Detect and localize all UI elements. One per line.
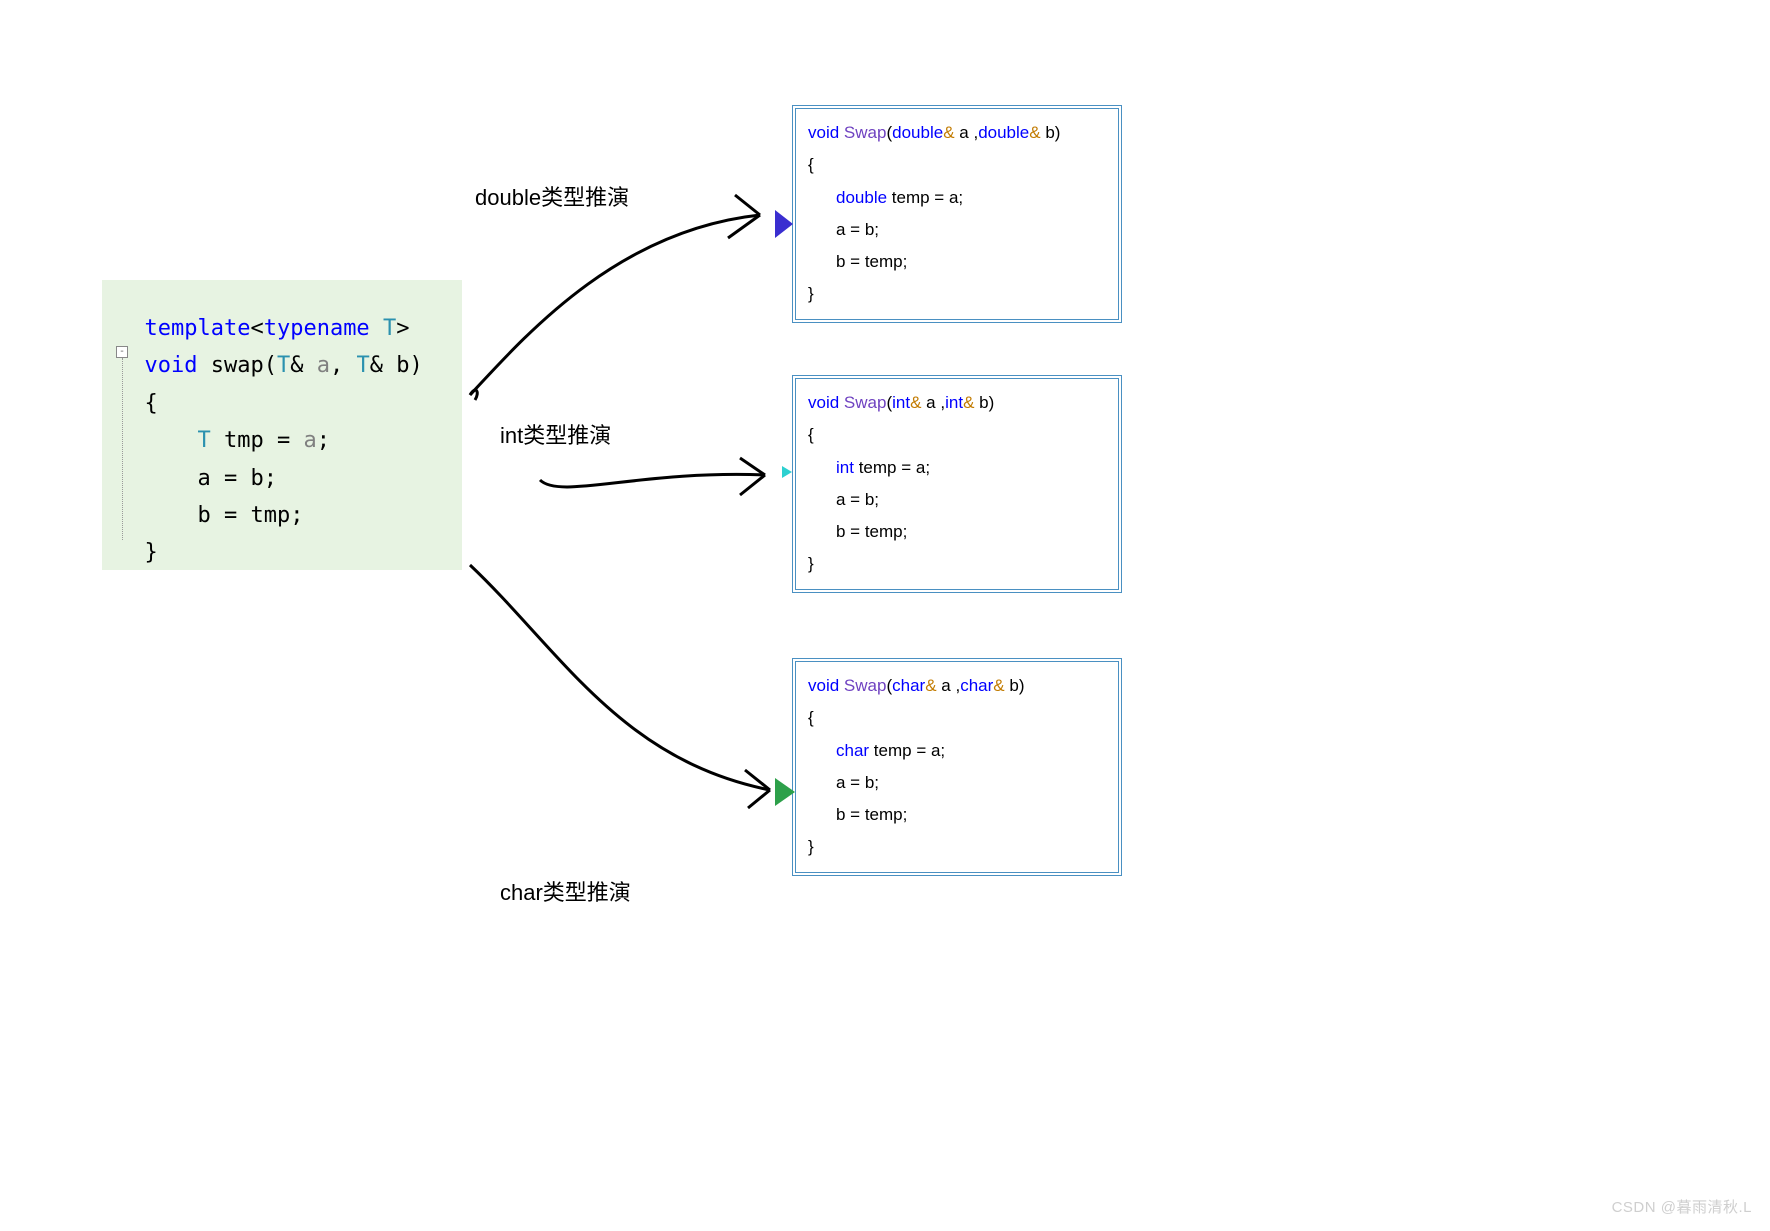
instance-int-body2: a = b; (808, 484, 1106, 516)
instance-int-sig: void Swap(int& a ,int& b) (808, 387, 1106, 419)
label-int: int类型推演 (500, 418, 611, 450)
instance-double-sig: void Swap(double& a ,double& b) (808, 117, 1106, 149)
label-double: double类型推演 (475, 180, 629, 212)
instance-double-body2: a = b; (808, 214, 1106, 246)
template-line-1: template<typename T> (118, 310, 446, 347)
instance-char-brace-close: } (808, 831, 1106, 863)
template-line-2: void swap(T& a, T& b) (118, 347, 446, 384)
template-brace-close: } (118, 534, 446, 571)
template-body-3: b = tmp; (118, 497, 446, 534)
collapse-icon: - (116, 346, 128, 358)
instance-int-brace-open: { (808, 419, 1106, 451)
instance-int-body3: b = temp; (808, 516, 1106, 548)
marker-triangle-cyan (782, 466, 792, 478)
template-body-2: a = b; (118, 460, 446, 497)
instance-char-body2: a = b; (808, 767, 1106, 799)
instance-double-body1: double temp = a; (808, 182, 1106, 214)
instance-char-brace-open: { (808, 702, 1106, 734)
template-code-box: - template<typename T> void swap(T& a, T… (102, 280, 462, 570)
instance-char-sig: void Swap(char& a ,char& b) (808, 670, 1106, 702)
instance-int-box: void Swap(int& a ,int& b) { int temp = a… (792, 375, 1122, 593)
watermark: CSDN @暮雨清秋.L (1612, 1196, 1752, 1217)
instance-double-brace-close: } (808, 278, 1106, 310)
instance-char-body3: b = temp; (808, 799, 1106, 831)
marker-triangle-green (775, 778, 795, 806)
template-brace-open: { (118, 385, 446, 422)
instance-char-body1: char temp = a; (808, 735, 1106, 767)
label-char: char类型推演 (500, 875, 631, 907)
instance-char-box: void Swap(char& a ,char& b) { char temp … (792, 658, 1122, 876)
instance-int-brace-close: } (808, 548, 1106, 580)
template-body-1: T tmp = a; (118, 422, 446, 459)
instance-double-box: void Swap(double& a ,double& b) { double… (792, 105, 1122, 323)
indent-guide (122, 358, 123, 540)
marker-triangle-blue (775, 210, 793, 238)
instance-int-body1: int temp = a; (808, 452, 1106, 484)
instance-double-body3: b = temp; (808, 246, 1106, 278)
instance-double-brace-open: { (808, 149, 1106, 181)
